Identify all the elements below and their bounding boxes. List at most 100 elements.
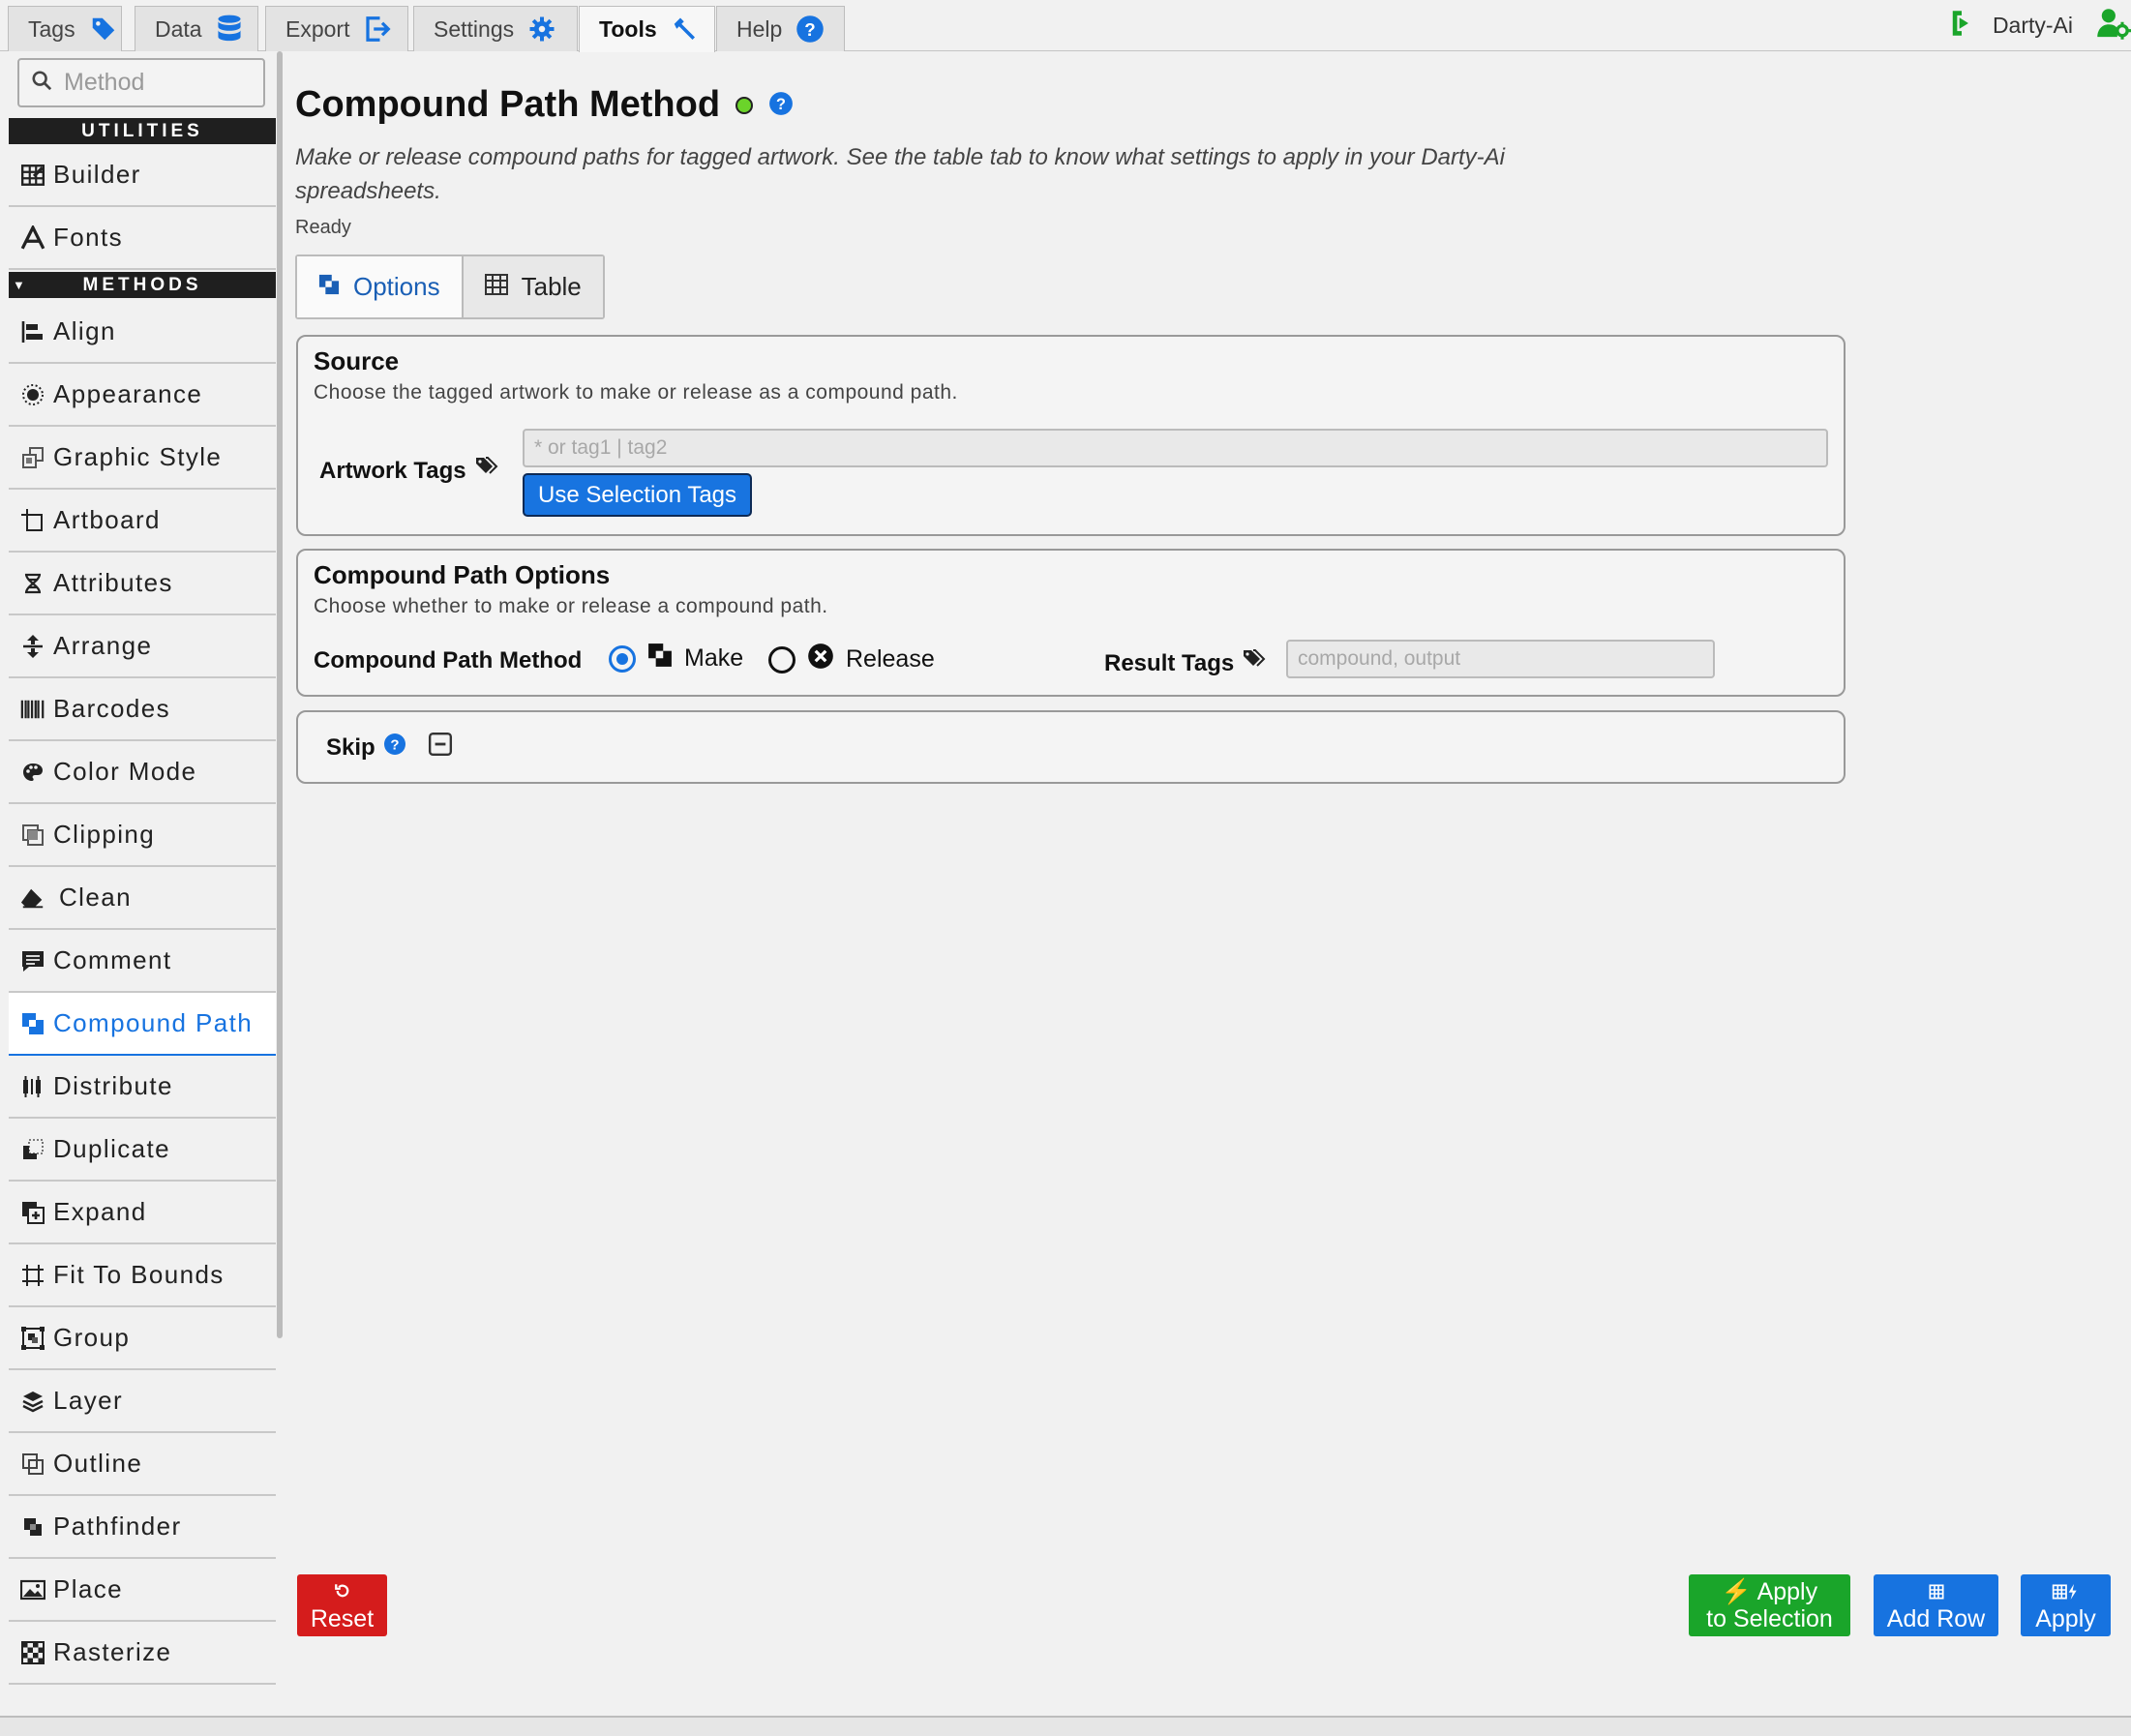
expand-icon xyxy=(20,1200,45,1225)
sidebar-item-artboard[interactable]: Artboard xyxy=(9,490,276,553)
add-row-button[interactable]: Add Row xyxy=(1874,1574,1998,1636)
apply-icons xyxy=(2050,1578,2083,1605)
sidebar-item-clipping[interactable]: Clipping xyxy=(9,804,276,867)
sidebar-item-label: Pathfinder xyxy=(53,1512,182,1541)
radio-release-control[interactable] xyxy=(768,645,795,673)
sidebar-item-graphic-style[interactable]: Graphic Style xyxy=(9,427,276,490)
radio-release-label: Release xyxy=(846,645,935,673)
options-title: Compound Path Options xyxy=(314,560,611,589)
tab-export[interactable]: Export xyxy=(265,6,408,51)
sidebar-item-pathfinder[interactable]: Pathfinder xyxy=(9,1496,276,1559)
sidebar: UTILITIES Builder Fonts ▼ METHODS Align A… xyxy=(0,51,286,1716)
sidebar-item-place[interactable]: Place xyxy=(9,1559,276,1622)
tab-options[interactable]: Options xyxy=(297,256,464,317)
align-icon xyxy=(20,319,45,344)
help-icon: ? xyxy=(795,15,825,44)
user-settings-icon[interactable] xyxy=(2096,7,2131,45)
sidebar-item-comment[interactable]: Comment xyxy=(9,930,276,993)
help-icon[interactable]: ? xyxy=(375,733,406,763)
tab-settings-label: Settings xyxy=(434,15,515,42)
sidebar-item-label: Expand xyxy=(53,1197,147,1226)
radio-make[interactable]: Make xyxy=(609,643,743,674)
sidebar-item-label: Rasterize xyxy=(53,1637,172,1666)
user-name: Darty-Ai xyxy=(1992,12,2073,38)
apply-button[interactable]: Apply xyxy=(2021,1574,2111,1636)
tab-tools-label: Tools xyxy=(599,16,657,42)
method-search[interactable] xyxy=(17,58,265,107)
skip-panel: Skip ? xyxy=(296,710,1846,784)
collapse-toggle-icon[interactable] xyxy=(420,732,453,763)
artboard-icon xyxy=(20,508,45,533)
barcode-icon xyxy=(20,697,45,722)
svg-text:?: ? xyxy=(390,737,399,754)
font-icon xyxy=(20,224,45,251)
sidebar-item-color-mode[interactable]: Color Mode xyxy=(9,741,276,804)
svg-text:?: ? xyxy=(805,19,816,40)
sidebar-item-duplicate[interactable]: Duplicate xyxy=(9,1119,276,1182)
bolt-icon: ⚡ xyxy=(1721,1578,1752,1605)
artwork-tags-input[interactable] xyxy=(523,429,1828,467)
tags-icon xyxy=(466,455,499,487)
sidebar-item-distribute[interactable]: Distribute xyxy=(9,1056,276,1119)
result-tags-input[interactable] xyxy=(1286,640,1715,678)
source-subtitle: Choose the tagged artwork to make or rel… xyxy=(314,381,958,404)
sidebar-item-compound-path[interactable]: Compound Path xyxy=(9,993,276,1056)
sidebar-item-rasterize[interactable]: Rasterize xyxy=(9,1622,276,1685)
sidebar-item-label: Barcodes xyxy=(53,694,171,723)
sidebar-item-expand[interactable]: Expand xyxy=(9,1182,276,1244)
compound-path-method-label: Compound Path Method xyxy=(314,647,583,673)
methods-section-header[interactable]: ▼ METHODS xyxy=(9,272,276,298)
sidebar-item-label: Clean xyxy=(59,883,132,912)
sidebar-item-align[interactable]: Align xyxy=(9,301,276,364)
sidebar-item-clean[interactable]: Clean xyxy=(9,867,276,930)
fit-bounds-icon xyxy=(20,1263,45,1288)
attributes-icon xyxy=(20,571,45,596)
clipping-icon xyxy=(20,823,45,848)
use-selection-tags-button[interactable]: Use Selection Tags xyxy=(523,473,753,517)
artwork-tags-label: Artwork Tags xyxy=(319,455,499,487)
comment-icon xyxy=(20,948,45,973)
sidebar-item-layer[interactable]: Layer xyxy=(9,1370,276,1433)
sidebar-item-builder[interactable]: Builder xyxy=(9,144,276,207)
sidebar-item-fit-to-bounds[interactable]: Fit To Bounds xyxy=(9,1244,276,1307)
tab-settings[interactable]: Settings xyxy=(413,6,578,51)
tab-help[interactable]: Help ? xyxy=(716,6,845,51)
tab-tags[interactable]: Tags xyxy=(8,6,122,51)
arrange-icon xyxy=(20,634,45,659)
sidebar-item-label: Fit To Bounds xyxy=(53,1260,225,1289)
login-icon[interactable] xyxy=(1948,9,1975,43)
sidebar-item-fonts[interactable]: Fonts xyxy=(9,207,276,270)
sidebar-item-attributes[interactable]: Attributes xyxy=(9,553,276,615)
apply-selection-line1: ⚡ Apply xyxy=(1722,1578,1817,1605)
help-icon[interactable]: ? xyxy=(768,84,794,126)
sidebar-scrollbar[interactable] xyxy=(277,51,283,1338)
sidebar-item-group[interactable]: Group xyxy=(9,1307,276,1370)
radio-make-control[interactable] xyxy=(609,644,636,673)
apply-selection-line1-text: Apply xyxy=(1756,1578,1818,1605)
reset-button[interactable]: Reset xyxy=(297,1574,387,1636)
sidebar-item-label: Comment xyxy=(53,945,172,974)
tab-data[interactable]: Data xyxy=(135,6,258,51)
search-input[interactable] xyxy=(64,69,248,97)
apply-to-selection-button[interactable]: ⚡ Apply to Selection xyxy=(1689,1574,1850,1636)
sidebar-item-label: Group xyxy=(53,1323,131,1352)
artwork-tags-label-text: Artwork Tags xyxy=(319,457,466,484)
distribute-icon xyxy=(20,1074,45,1099)
sidebar-item-barcodes[interactable]: Barcodes xyxy=(9,678,276,741)
sidebar-item-outline[interactable]: Outline xyxy=(9,1433,276,1496)
user-area: Darty-Ai xyxy=(1948,0,2131,50)
sidebar-item-arrange[interactable]: Arrange xyxy=(9,615,276,678)
sidebar-item-label: Arrange xyxy=(53,631,153,660)
tab-tools[interactable]: Tools xyxy=(579,6,715,52)
status-indicator-dot xyxy=(735,96,754,114)
radio-release[interactable]: Release xyxy=(768,643,935,676)
sidebar-item-appearance[interactable]: Appearance xyxy=(9,364,276,427)
tab-export-label: Export xyxy=(285,15,350,42)
tab-table[interactable]: Table xyxy=(463,256,603,317)
sidebar-item-label: Compound Path xyxy=(53,1008,254,1037)
graphic-style-icon xyxy=(20,445,45,470)
skip-label-text: Skip xyxy=(326,733,375,761)
top-tab-bar: Tags Data Export Settings Tools Help ? D… xyxy=(0,0,2131,52)
table-add-icon xyxy=(1928,1578,1944,1605)
utilities-section-header: UTILITIES xyxy=(9,118,276,144)
